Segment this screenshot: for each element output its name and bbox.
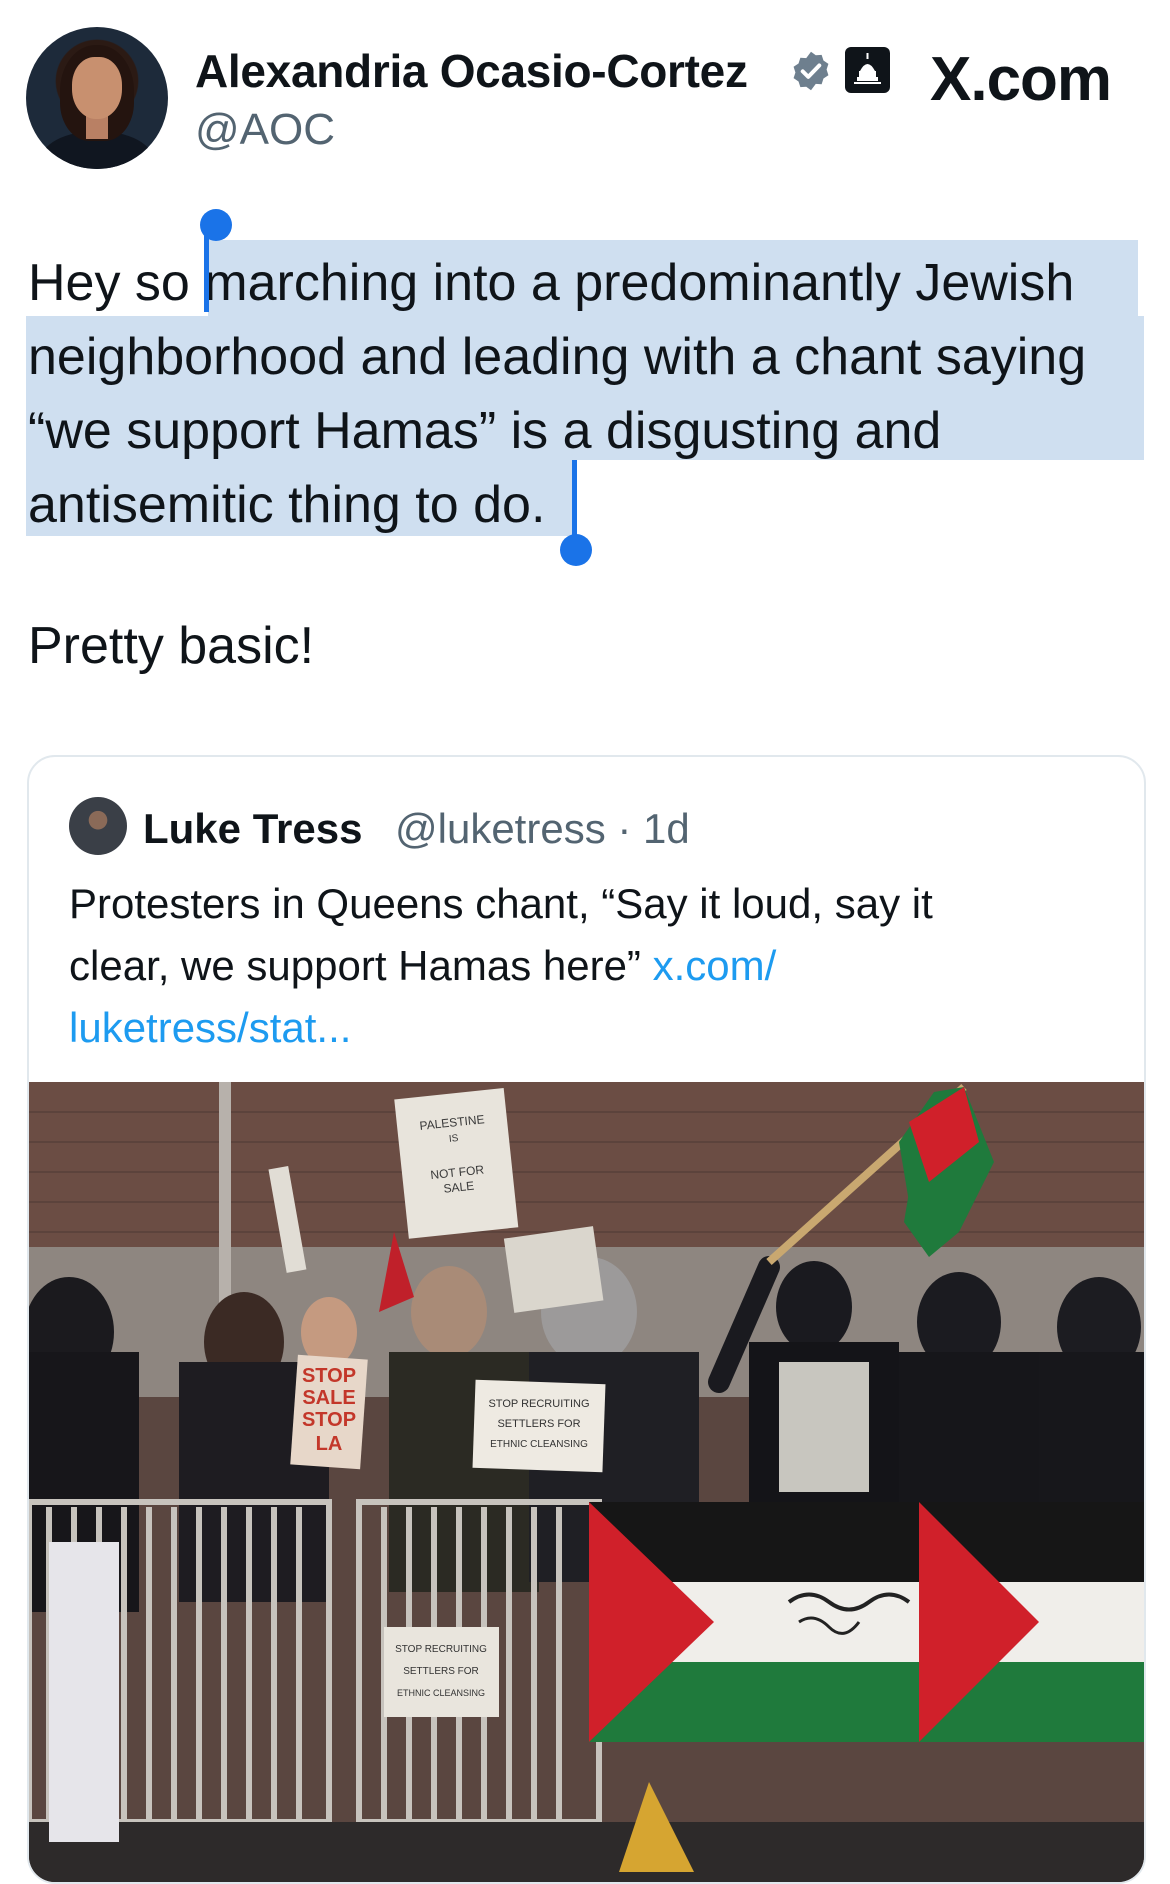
capitol-affiliation-icon[interactable] (845, 47, 890, 93)
selection-start-cursor (204, 228, 209, 312)
tweet-text-second-paragraph: Pretty basic! (28, 617, 315, 675)
svg-text:SETTLERS FOR: SETTLERS FOR (497, 1418, 580, 1430)
quoted-author-handle-time[interactable]: @luketress · 1d (395, 805, 690, 853)
x-com-brand: X.com (930, 45, 1112, 114)
author-avatar[interactable] (26, 27, 168, 169)
tweet-text-line-1: Hey so marching into a predominantly Jew… (28, 254, 1075, 312)
svg-text:STOP RECRUITING: STOP RECRUITING (395, 1644, 487, 1655)
protest-photo[interactable]: PALESTINE IS NOT FOR SALE STOP SALE STOP… (29, 1082, 1144, 1882)
tweet-header: Alexandria Ocasio-Cortez @AOC X.com (0, 0, 1170, 200)
protest-photo-scene: PALESTINE IS NOT FOR SALE STOP SALE STOP… (29, 1082, 1144, 1882)
svg-text:SALE: SALE (302, 1387, 355, 1409)
verified-badge-icon (793, 51, 829, 91)
svg-text:ETHNIC CLEANSING: ETHNIC CLEANSING (397, 1688, 485, 1698)
svg-text:ETHNIC CLEANSING: ETHNIC CLEANSING (490, 1439, 588, 1450)
quoted-author-name[interactable]: Luke Tress (143, 805, 362, 853)
quoted-tweet-card[interactable]: Luke Tress @luketress · 1d Protesters in… (27, 755, 1146, 1884)
sign-palestine-not-for-sale: PALESTINE IS NOT FOR SALE (394, 1087, 519, 1239)
palestinian-flag-banner (589, 1502, 1144, 1742)
quoted-link-part-2[interactable]: luketress/stat... (69, 997, 1099, 1059)
tweet-text-line-2: neighborhood and leading with a chant sa… (28, 328, 1087, 386)
svg-text:STOP: STOP (302, 1365, 356, 1387)
avatar-face (72, 57, 122, 119)
sign-stop-recruiting-settlers: STOP RECRUITING SETTLERS FOR ETHNIC CLEA… (472, 1379, 606, 1473)
svg-text:STOP: STOP (302, 1409, 356, 1431)
tweet-text-line-3: “we support Hamas” is a disgusting and (28, 402, 942, 460)
sign-on-barricade: STOP RECRUITING SETTLERS FOR ETHNIC CLEA… (384, 1627, 499, 1717)
tweet-text-line-4: antisemitic thing to do. (28, 476, 546, 534)
quoted-link-part-1[interactable]: x.com/ (653, 942, 777, 989)
quoted-text-line-1: Protesters in Queens chant, “Say it loud… (69, 880, 933, 927)
quoted-text-line-2-plain: clear, we support Hamas here” (69, 942, 653, 989)
svg-text:SETTLERS FOR: SETTLERS FOR (403, 1666, 479, 1677)
quoted-author-avatar[interactable] (69, 797, 127, 855)
author-handle[interactable]: @AOC (195, 105, 335, 155)
svg-text:IS: IS (448, 1133, 459, 1145)
sign-stop-sale: STOP SALE STOP LA (290, 1354, 368, 1470)
quoted-text-line-2: clear, we support Hamas here” x.com/ (69, 935, 1099, 997)
selection-end-handle[interactable] (560, 534, 592, 566)
quoted-tweet-text: Protesters in Queens chant, “Say it loud… (69, 873, 1099, 1059)
svg-text:STOP RECRUITING: STOP RECRUITING (488, 1398, 589, 1410)
selection-end-cursor (572, 460, 577, 538)
author-name[interactable]: Alexandria Ocasio-Cortez (195, 44, 748, 98)
svg-text:LA: LA (316, 1433, 343, 1455)
